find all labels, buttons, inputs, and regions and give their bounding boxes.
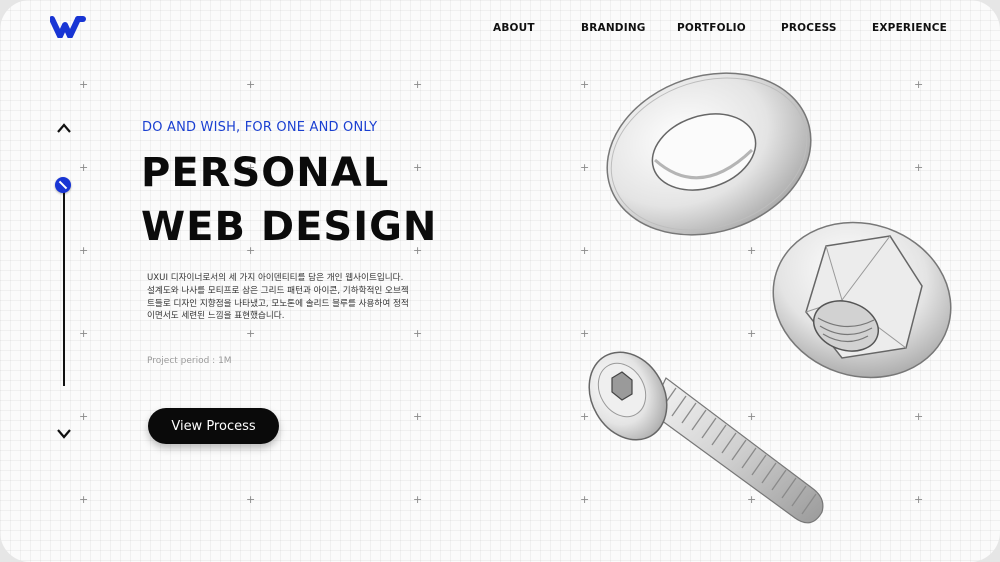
bolt-image bbox=[588, 351, 824, 524]
washer-image bbox=[606, 72, 812, 236]
hex-nut-image bbox=[772, 221, 952, 379]
page-frame: ++++++++++++++++++++++++++++++++++++ ABO… bbox=[0, 0, 1000, 562]
hardware-illustration bbox=[588, 72, 952, 524]
